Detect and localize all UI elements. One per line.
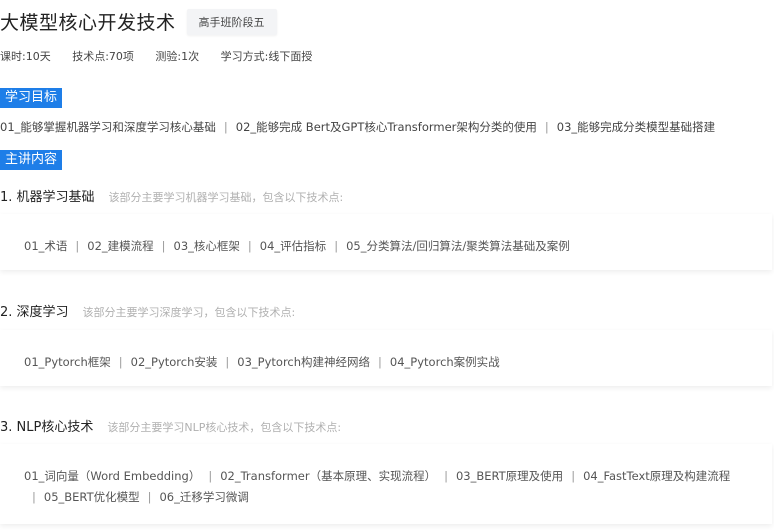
topic-item: 03_BERT原理及使用 [455, 469, 564, 483]
course-header: 大模型核心开发技术 高手班阶段五 [0, 8, 277, 35]
goal-item: 01_能够掌握机器学习和深度学习核心基础 [0, 120, 216, 134]
separator: | [208, 469, 213, 483]
learning-goals-tag: 学习目标 [0, 88, 63, 108]
module-topics-card: 01_词向量（Word Embedding） | 02_Transformer（基本… [0, 444, 772, 524]
module-title: 2. 深度学习 [0, 305, 69, 320]
topic-list: 01_术语 | 02_建模流程 | 03_核心框架 | 04_评估指标 | 05_分类算法/回归… [24, 236, 732, 257]
meta-points: 技术点:70项 [72, 50, 134, 63]
separator: | [225, 355, 230, 369]
module-description: 该部分主要学习深度学习，包含以下技术点: [82, 306, 296, 319]
topic-item: 04_Pytorch案例实战 [389, 355, 500, 369]
learning-goals-list: 01_能够掌握机器学习和深度学习核心基础 | 02_能够完成 Bert及GPT核心T… [0, 119, 715, 135]
topic-item: 05_分类算法/回归算法/聚类算法基础及案例 [346, 239, 570, 253]
separator: | [118, 355, 123, 369]
topic-list: 01_Pytorch框架 | 02_Pytorch安装 | 03_Pytorch构建神经… [24, 352, 732, 373]
module-topics-card: 01_Pytorch框架 | 02_Pytorch安装 | 03_Pytorch构建神经… [0, 330, 772, 386]
separator: | [334, 239, 339, 253]
topic-item: 04_评估指标 [259, 239, 327, 253]
separator: | [75, 239, 80, 253]
topic-item: 06_迁移学习微调 [159, 490, 249, 504]
module-description: 该部分主要学习机器学习基础，包含以下技术点: [108, 191, 344, 204]
separator: | [147, 490, 152, 504]
topic-list: 01_词向量（Word Embedding） | 02_Transformer（基本… [24, 466, 732, 508]
topic-item: 02_Transformer（基本原理、实现流程） [220, 469, 437, 483]
separator: | [247, 239, 252, 253]
module-title: 1. 机器学习基础 [0, 190, 95, 205]
meta-mode: 学习方式:线下面授 [220, 50, 313, 63]
separator: | [223, 120, 228, 134]
meta-tests: 测验:1次 [155, 50, 200, 63]
goal-item: 03_能够完成分类模型基础搭建 [556, 120, 716, 134]
module-header: 1. 机器学习基础 该部分主要学习机器学习基础，包含以下技术点: [0, 186, 343, 205]
main-content-tag: 主讲内容 [0, 150, 63, 170]
meta-hours: 课时:10天 [0, 50, 51, 63]
module-header: 2. 深度学习 该部分主要学习深度学习，包含以下技术点: [0, 301, 295, 320]
module-description: 该部分主要学习NLP核心技术，包含以下技术点: [107, 421, 342, 434]
separator: | [544, 120, 549, 134]
topic-item: 03_Pytorch构建神经网络 [237, 355, 371, 369]
course-meta: 课时:10天 技术点:70项 测验:1次 学习方式:线下面授 [0, 48, 330, 64]
topic-item: 01_词向量（Word Embedding） [24, 469, 201, 483]
page-title: 大模型核心开发技术 [0, 12, 176, 34]
topic-item: 04_FastText原理及构建流程 [583, 469, 731, 483]
topic-item: 02_Pytorch安装 [130, 355, 218, 369]
topic-item: 05_BERT优化模型 [43, 490, 140, 504]
separator: | [161, 239, 166, 253]
module-title: 3. NLP核心技术 [0, 420, 94, 435]
separator: | [571, 469, 576, 483]
topic-item: 02_建模流程 [87, 239, 154, 253]
separator: | [32, 490, 36, 504]
module-header: 3. NLP核心技术 该部分主要学习NLP核心技术，包含以下技术点: [0, 416, 341, 435]
module-topics-card: 01_术语 | 02_建模流程 | 03_核心框架 | 04_评估指标 | 05_分类算法/回归… [0, 214, 772, 270]
separator: | [378, 355, 382, 369]
topic-item: 01_术语 [24, 239, 68, 253]
topic-item: 01_Pytorch框架 [24, 355, 111, 369]
goal-item: 02_能够完成 Bert及GPT核心Transformer架构分类的使用 [235, 120, 537, 134]
stage-badge: 高手班阶段五 [186, 8, 277, 35]
separator: | [444, 469, 448, 483]
topic-item: 03_核心框架 [173, 239, 240, 253]
